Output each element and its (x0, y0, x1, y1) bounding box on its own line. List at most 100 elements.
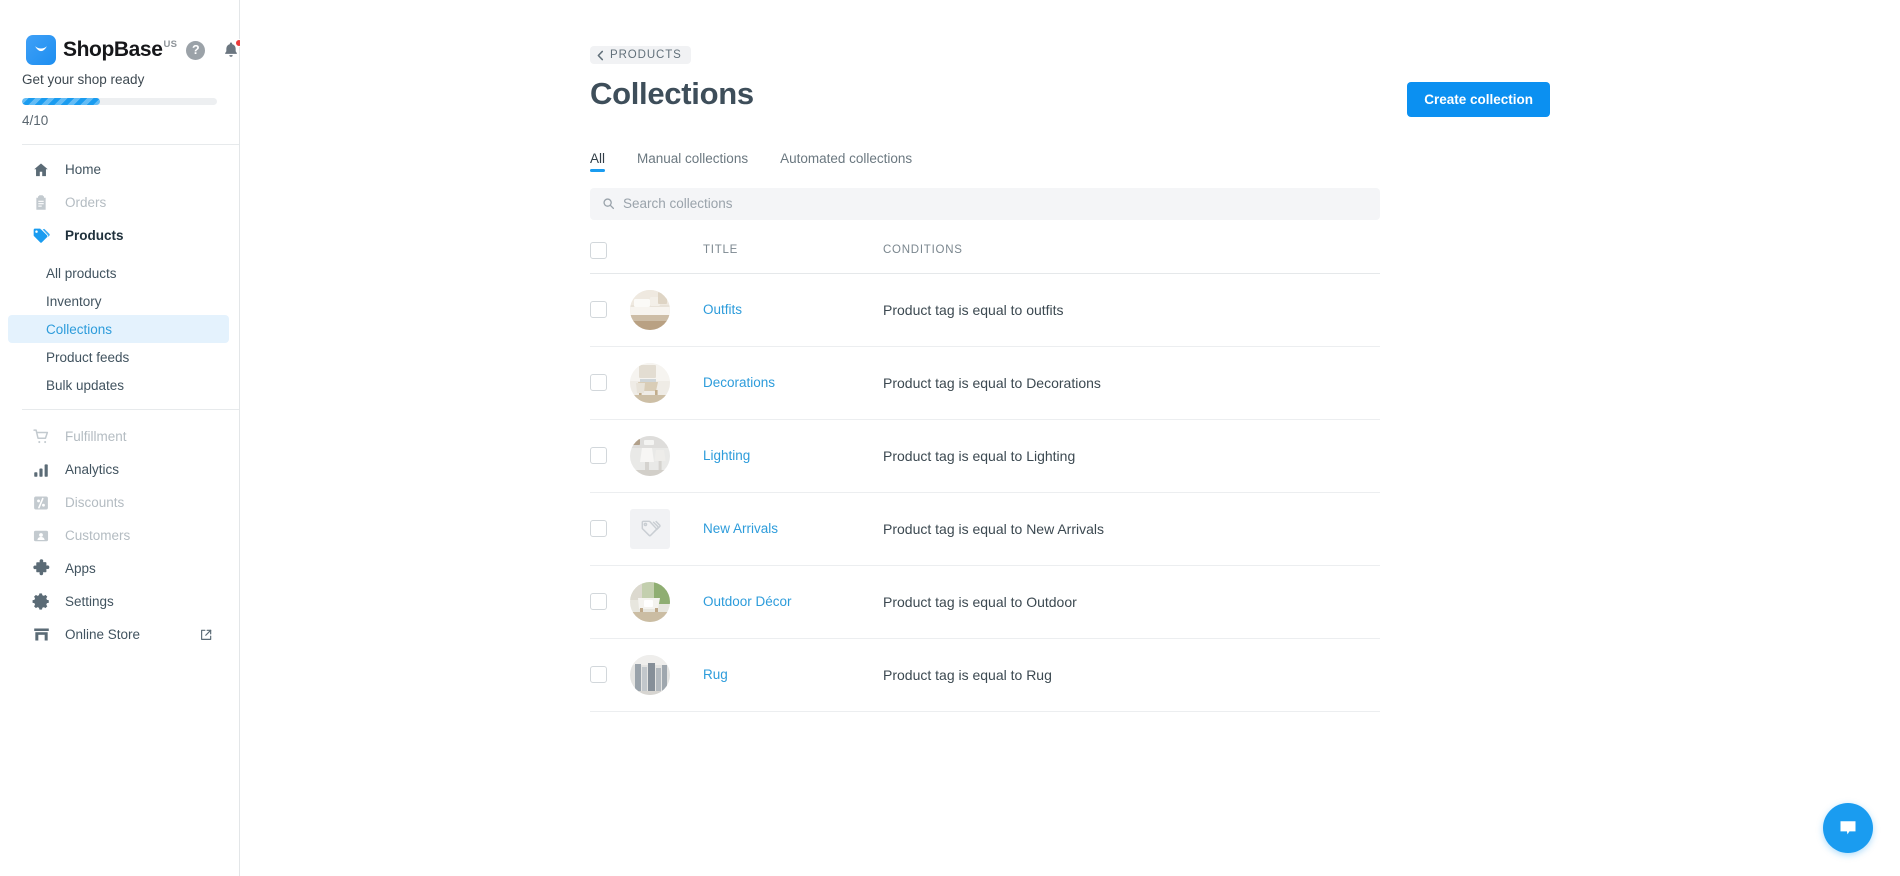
sidebar-subitem-label: Inventory (46, 294, 102, 309)
sidebar-item-collections[interactable]: Collections (8, 315, 229, 343)
row-conditions: Product tag is equal to Rug (883, 667, 1380, 683)
row-checkbox[interactable] (590, 301, 607, 318)
percent-icon (30, 492, 52, 514)
row-checkbox[interactable] (590, 447, 607, 464)
row-thumbnail-cell (630, 509, 703, 549)
notification-bell-icon[interactable] (221, 40, 241, 60)
row-select-cell (590, 593, 630, 610)
sidebar-item-customers[interactable]: Customers (8, 519, 229, 552)
page-container: PRODUCTS Collections Create collection A… (590, 0, 1550, 712)
row-select-cell (590, 666, 630, 683)
collection-thumbnail (630, 363, 670, 403)
row-thumbnail-cell (630, 436, 703, 476)
tab-automated-collections[interactable]: Automated collections (780, 151, 912, 172)
search-input[interactable] (623, 196, 1368, 211)
help-icon[interactable]: ? (186, 41, 205, 60)
row-thumbnail-cell (630, 655, 703, 695)
sidebar-item-analytics[interactable]: Analytics (8, 453, 229, 486)
sidebar-divider-mid (22, 409, 239, 410)
table-row[interactable]: Rug Product tag is equal to Rug (590, 639, 1380, 712)
sidebar-item-all-products[interactable]: All products (8, 259, 229, 287)
customers-icon (30, 525, 52, 547)
sidebar-item-online-store[interactable]: Online Store (8, 618, 229, 651)
sidebar: ShopBaseUS ? Get your shop ready 4/10 (0, 0, 240, 876)
chevron-left-icon (596, 50, 605, 61)
collections-table: TITLE CONDITIONS (590, 242, 1380, 712)
photo-chair-decor (630, 363, 670, 403)
external-link-icon[interactable] (199, 628, 213, 642)
collection-thumbnail (630, 582, 670, 622)
sidebar-item-product-feeds[interactable]: Product feeds (8, 343, 229, 371)
sidebar-subitem-label: Collections (46, 322, 112, 337)
row-checkbox[interactable] (590, 520, 607, 537)
sidebar-item-settings[interactable]: Settings (8, 585, 229, 618)
sidebar-item-label: Settings (65, 594, 114, 609)
create-collection-button[interactable]: Create collection (1407, 82, 1550, 117)
sidebar-item-label: Apps (65, 561, 96, 576)
collections-tabs: All Manual collections Automated collect… (590, 151, 1550, 172)
table-row[interactable]: Decorations Product tag is equal to Deco… (590, 347, 1380, 420)
sidebar-item-inventory[interactable]: Inventory (8, 287, 229, 315)
tab-all[interactable]: All (590, 151, 605, 172)
row-title-cell: Outfits (703, 301, 883, 319)
photo-lamps (630, 436, 670, 476)
row-title-cell: Lighting (703, 447, 883, 465)
brand-label: ShopBase (63, 38, 163, 61)
row-thumbnail-cell (630, 582, 703, 622)
row-thumbnail-cell (630, 290, 703, 330)
row-conditions: Product tag is equal to Decorations (883, 375, 1380, 391)
table-row[interactable]: Outfits Product tag is equal to outfits (590, 274, 1380, 347)
row-conditions: Product tag is equal to Outdoor (883, 594, 1380, 610)
sidebar-item-fulfillment[interactable]: Fulfillment (8, 420, 229, 453)
row-checkbox[interactable] (590, 374, 607, 391)
select-all-checkbox[interactable] (590, 242, 607, 259)
sidebar-item-discounts[interactable]: Discounts (8, 486, 229, 519)
collection-thumbnail (630, 436, 670, 476)
row-title-cell: Rug (703, 666, 883, 684)
collection-title-link[interactable]: Rug (703, 667, 728, 682)
table-row[interactable]: New Arrivals Product tag is equal to New… (590, 493, 1380, 566)
search-icon (602, 197, 615, 210)
page-title-row: Collections Create collection (590, 76, 1550, 117)
row-checkbox[interactable] (590, 593, 607, 610)
main-content: PRODUCTS Collections Create collection A… (240, 0, 1900, 876)
collection-title-link[interactable]: Outdoor Décor (703, 594, 792, 609)
sidebar-item-bulk-updates[interactable]: Bulk updates (8, 371, 229, 399)
chat-support-button[interactable] (1823, 803, 1873, 853)
sidebar-item-home[interactable]: Home (8, 153, 229, 186)
table-row[interactable]: Outdoor Décor Product tag is equal to Ou… (590, 566, 1380, 639)
cart-icon (30, 426, 52, 448)
orders-clipboard-icon (30, 192, 52, 214)
home-icon (30, 159, 52, 181)
chat-bubble-icon (1836, 816, 1860, 840)
sidebar-subitem-label: Bulk updates (46, 378, 124, 393)
brand-region: US (164, 39, 178, 50)
table-header-row: TITLE CONDITIONS (590, 242, 1380, 274)
sidebar-header-icons: ? (186, 40, 241, 60)
sidebar-item-label: Fulfillment (65, 429, 127, 444)
collection-title-link[interactable]: Outfits (703, 302, 742, 317)
brand-row: ShopBaseUS ? (0, 0, 239, 50)
shopbase-logo-icon[interactable] (26, 35, 56, 65)
collection-thumbnail (630, 290, 670, 330)
sidebar-item-apps[interactable]: Apps (8, 552, 229, 585)
sidebar-nav: Home Orders (0, 145, 239, 651)
sidebar-item-products[interactable]: Products (8, 219, 229, 252)
breadcrumb-label: PRODUCTS (610, 49, 682, 61)
brand-name: ShopBaseUS (63, 38, 176, 62)
collection-title-link[interactable]: New Arrivals (703, 521, 778, 536)
breadcrumb[interactable]: PRODUCTS (590, 46, 691, 64)
tab-manual-collections[interactable]: Manual collections (637, 151, 748, 172)
collection-title-link[interactable]: Decorations (703, 375, 775, 390)
row-thumbnail-cell (630, 363, 703, 403)
nav-spacer (0, 252, 239, 259)
shop-ready-progress-fill (22, 98, 100, 105)
row-checkbox[interactable] (590, 666, 607, 683)
collection-title-link[interactable]: Lighting (703, 448, 750, 463)
photo-outdoor (630, 582, 670, 622)
placeholder-tag-icon (639, 518, 661, 540)
table-row[interactable]: Lighting Product tag is equal to Lightin… (590, 420, 1380, 493)
page-title: Collections (590, 76, 754, 112)
sidebar-item-orders[interactable]: Orders (8, 186, 229, 219)
search-bar[interactable] (590, 188, 1380, 220)
